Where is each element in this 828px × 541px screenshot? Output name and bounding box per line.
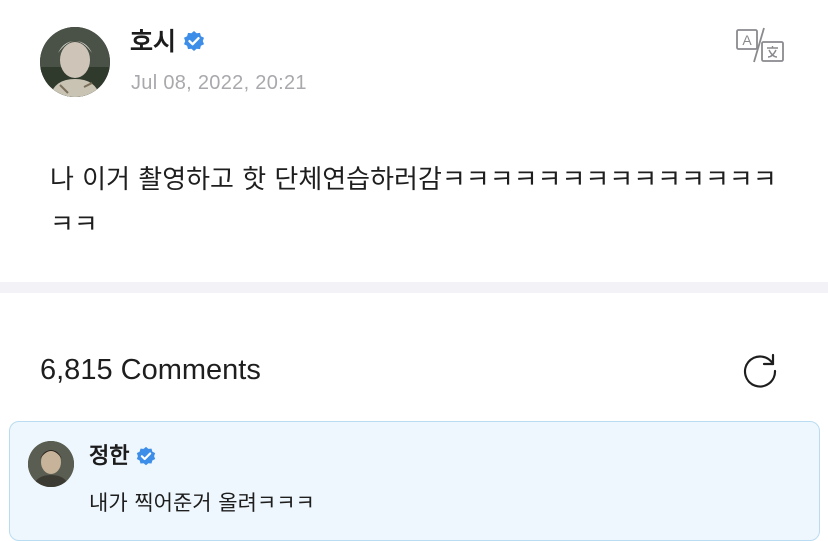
translate-button[interactable]: A <box>734 26 786 66</box>
refresh-icon <box>743 353 777 388</box>
comments-count: 6,815 Comments <box>40 354 261 386</box>
svg-text:A: A <box>742 32 752 48</box>
author-avatar[interactable] <box>40 27 110 97</box>
author-name-row: 호시 <box>130 26 206 58</box>
post-card: 호시 Jul 08, 2022, 20:21 A 나 이거 촬영하고 핫 단체연… <box>0 0 828 282</box>
section-divider <box>0 282 828 293</box>
comment-author-name[interactable]: 정한 <box>89 442 129 472</box>
verified-badge-icon <box>135 446 157 468</box>
comment-author-row: 정한 <box>89 442 157 472</box>
author-name[interactable]: 호시 <box>130 26 176 58</box>
comment-author-avatar[interactable] <box>28 441 74 487</box>
post-body: 나 이거 촬영하고 핫 단체연습하러감ㅋㅋㅋㅋㅋㅋㅋㅋㅋㅋㅋㅋㅋㅋㅋㅋ <box>50 165 777 240</box>
refresh-button[interactable] <box>740 350 780 390</box>
verified-badge-icon <box>182 30 206 54</box>
translate-icon: A <box>736 27 784 63</box>
comment-item[interactable]: 정한 내가 찍어준거 올려ㅋㅋㅋ <box>9 421 820 541</box>
post-date: Jul 08, 2022, 20:21 <box>131 72 307 94</box>
comment-text: 내가 찍어준거 올려ㅋㅋㅋ <box>89 491 315 515</box>
